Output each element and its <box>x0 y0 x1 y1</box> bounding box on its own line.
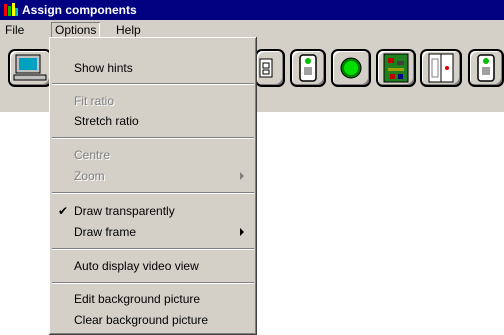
menu-item-draw-transparently[interactable]: ✔ Draw transparently <box>52 201 254 221</box>
app-icon <box>3 2 19 18</box>
options-menu: Show hints Fit ratio Stretch ratio Centr… <box>49 37 257 335</box>
toolbar-button-keypad[interactable] <box>290 49 326 87</box>
menu-separator <box>52 248 254 250</box>
menu-item-centre: Centre <box>74 148 111 162</box>
checkmark-icon: ✔ <box>58 204 69 218</box>
menu-help[interactable]: Help <box>112 22 145 38</box>
keypad-module-icon <box>477 54 495 82</box>
menu-item-edit-background-picture[interactable]: Edit background picture <box>52 289 254 309</box>
submenu-arrow-icon <box>240 228 244 236</box>
keypad-module-icon <box>299 54 317 82</box>
menu-separator <box>52 137 254 139</box>
toolbar-button-led[interactable] <box>331 49 371 87</box>
menu-options[interactable]: Options <box>51 22 100 38</box>
menu-item-auto-display-video-view[interactable]: Auto display video view <box>52 256 254 276</box>
title-bar: Assign components <box>0 0 504 20</box>
submenu-arrow-icon <box>240 172 244 180</box>
door-contact-icon <box>428 53 454 83</box>
toolbar-button-computer[interactable] <box>8 49 52 87</box>
circuit-board-icon <box>383 53 409 83</box>
toolbar-button-device[interactable] <box>255 49 285 87</box>
toolbar-button-door[interactable] <box>420 49 462 87</box>
menu-separator <box>52 192 254 194</box>
menu-item-stretch-ratio[interactable]: Stretch ratio <box>52 111 254 131</box>
menu-item-clear-background-picture[interactable]: Clear background picture <box>52 310 254 330</box>
menu-item-zoom: Zoom <box>52 166 254 186</box>
menu-file[interactable]: File <box>1 22 28 38</box>
menu-separator <box>52 282 254 284</box>
menu-item-show-hints[interactable]: Show hints <box>52 58 254 78</box>
menu-item-draw-frame[interactable]: Draw frame <box>52 222 254 242</box>
window-title: Assign components <box>22 3 137 17</box>
green-led-icon <box>340 57 362 79</box>
computer-icon <box>13 54 47 81</box>
device-icon <box>259 58 273 78</box>
menu-item-fit-ratio: Fit ratio <box>74 94 115 108</box>
toolbar-button-board[interactable] <box>376 49 416 87</box>
toolbar-button-keypad-2[interactable] <box>468 49 504 87</box>
menu-separator <box>52 83 254 85</box>
